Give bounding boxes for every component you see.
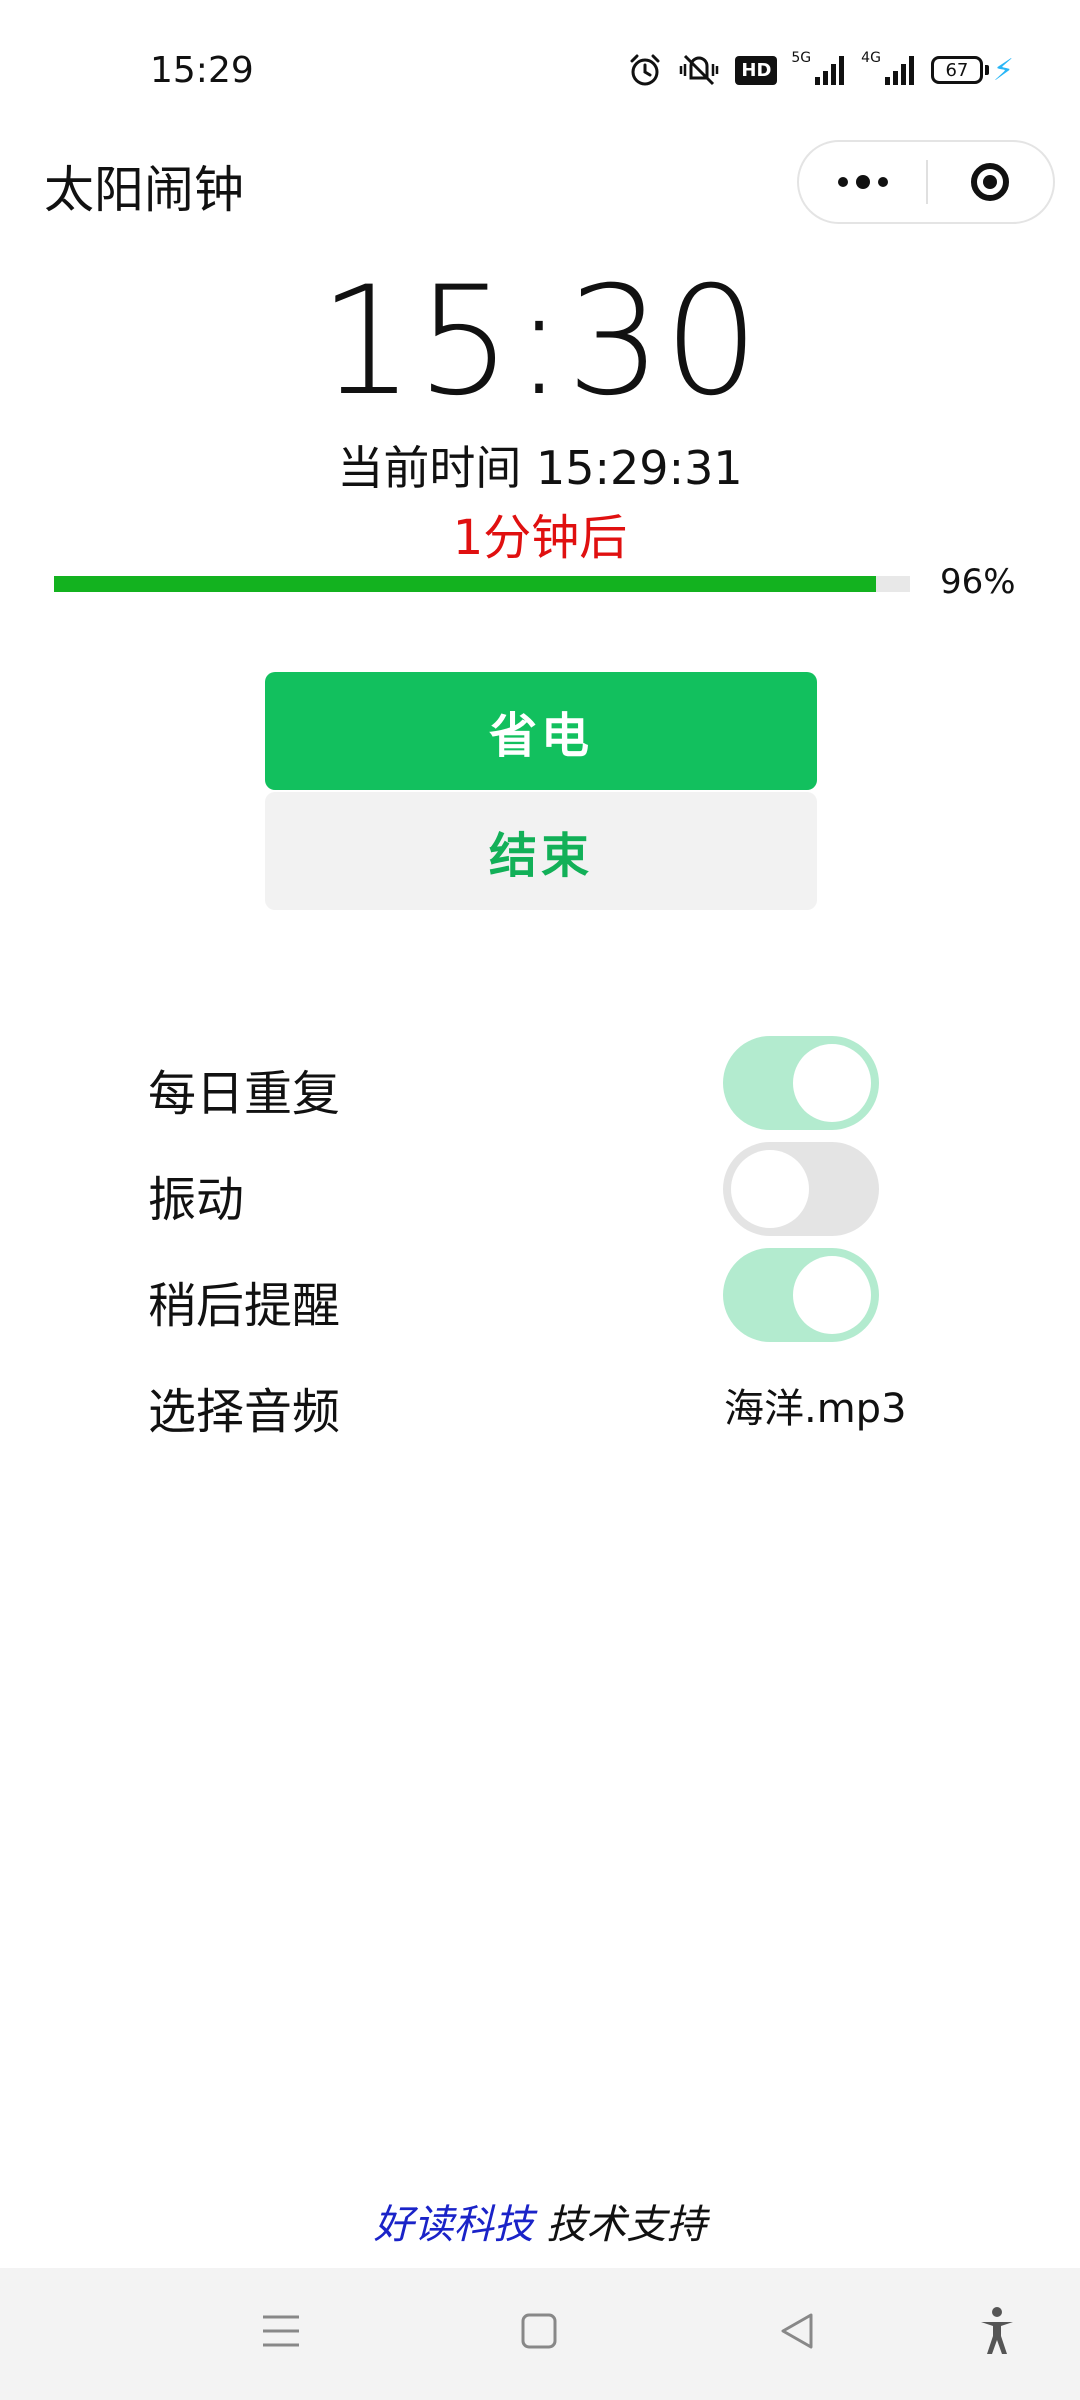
brand-link[interactable]: 好读科技	[374, 2202, 534, 2248]
status-time: 15:29	[150, 50, 254, 91]
audio-select[interactable]: 海洋.mp3	[724, 1376, 907, 1434]
setting-vibrate: 振动	[148, 1142, 908, 1236]
home-square-icon	[519, 2311, 559, 2355]
alarm-time: 15:30	[318, 255, 762, 429]
charging-icon: ⚡	[992, 52, 1014, 88]
more-dots-icon	[837, 175, 888, 189]
system-nav-bar	[0, 2268, 1080, 2400]
end-button[interactable]: 结束	[265, 792, 817, 910]
battery-level: 67	[930, 56, 983, 84]
daily-repeat-label: 每日重复	[148, 1066, 341, 1122]
signal-5g-label: 5G	[791, 50, 812, 66]
toggle-knob	[793, 1256, 871, 1334]
toggle-knob	[793, 1044, 871, 1122]
progress-label: 96%	[940, 562, 1016, 602]
title-bar: 太阳闹钟	[0, 140, 1080, 260]
back-triangle-icon	[777, 2311, 817, 2355]
snooze-toggle[interactable]	[723, 1248, 879, 1342]
target-icon	[971, 163, 1010, 201]
countdown-text: 1分钟后	[452, 510, 628, 566]
home-button[interactable]	[504, 2298, 574, 2368]
hd-label: HD	[735, 55, 778, 85]
toggle-knob	[731, 1150, 809, 1228]
snooze-label: 稍后提醒	[148, 1278, 341, 1334]
mute-vibrate-icon	[677, 50, 721, 90]
audio-label: 选择音频	[148, 1384, 341, 1440]
vibrate-toggle[interactable]	[723, 1142, 879, 1236]
daily-repeat-toggle[interactable]	[723, 1036, 879, 1130]
signal-5g-icon: 5G	[791, 50, 847, 90]
battery-tip	[984, 65, 989, 75]
app-screen: 15:29 HD 5G 4G 67 ⚡ 太阳闹钟 15:30 当前时间 15:2…	[0, 0, 1080, 2400]
progress-fill	[54, 576, 876, 592]
setting-snooze: 稍后提醒	[148, 1248, 908, 1342]
tech-support-credit: 好读科技 技术支持	[0, 2192, 1080, 2250]
signal-4g-label: 4G	[861, 50, 881, 66]
menu-button[interactable]	[246, 2298, 316, 2368]
power-save-button[interactable]: 省电	[265, 672, 817, 790]
close-button[interactable]	[928, 140, 1053, 224]
current-time: 当前时间 15:29:31	[337, 441, 743, 495]
accessibility-button[interactable]	[962, 2298, 1032, 2368]
setting-audio: 选择音频 海洋.mp3	[148, 1354, 908, 1444]
hd-icon: HD	[735, 50, 778, 90]
vibrate-label: 振动	[148, 1172, 245, 1228]
setting-daily-repeat: 每日重复	[148, 1036, 908, 1130]
battery-icon: 67 ⚡	[930, 50, 1014, 90]
more-button[interactable]	[799, 140, 926, 224]
accessibility-icon	[977, 2306, 1017, 2360]
status-icons: HD 5G 4G 67 ⚡	[627, 50, 1014, 90]
credit-suffix: 技术支持	[533, 2202, 707, 2248]
signal-4g-icon: 4G	[861, 50, 917, 90]
alarm-icon	[627, 50, 663, 90]
page-title: 太阳闹钟	[44, 161, 244, 219]
menu-icon	[261, 2313, 301, 2353]
status-bar: 15:29 HD 5G 4G 67 ⚡	[0, 0, 1080, 140]
mini-program-capsule	[797, 140, 1055, 224]
progress-bar	[54, 576, 910, 592]
back-button[interactable]	[762, 2298, 832, 2368]
